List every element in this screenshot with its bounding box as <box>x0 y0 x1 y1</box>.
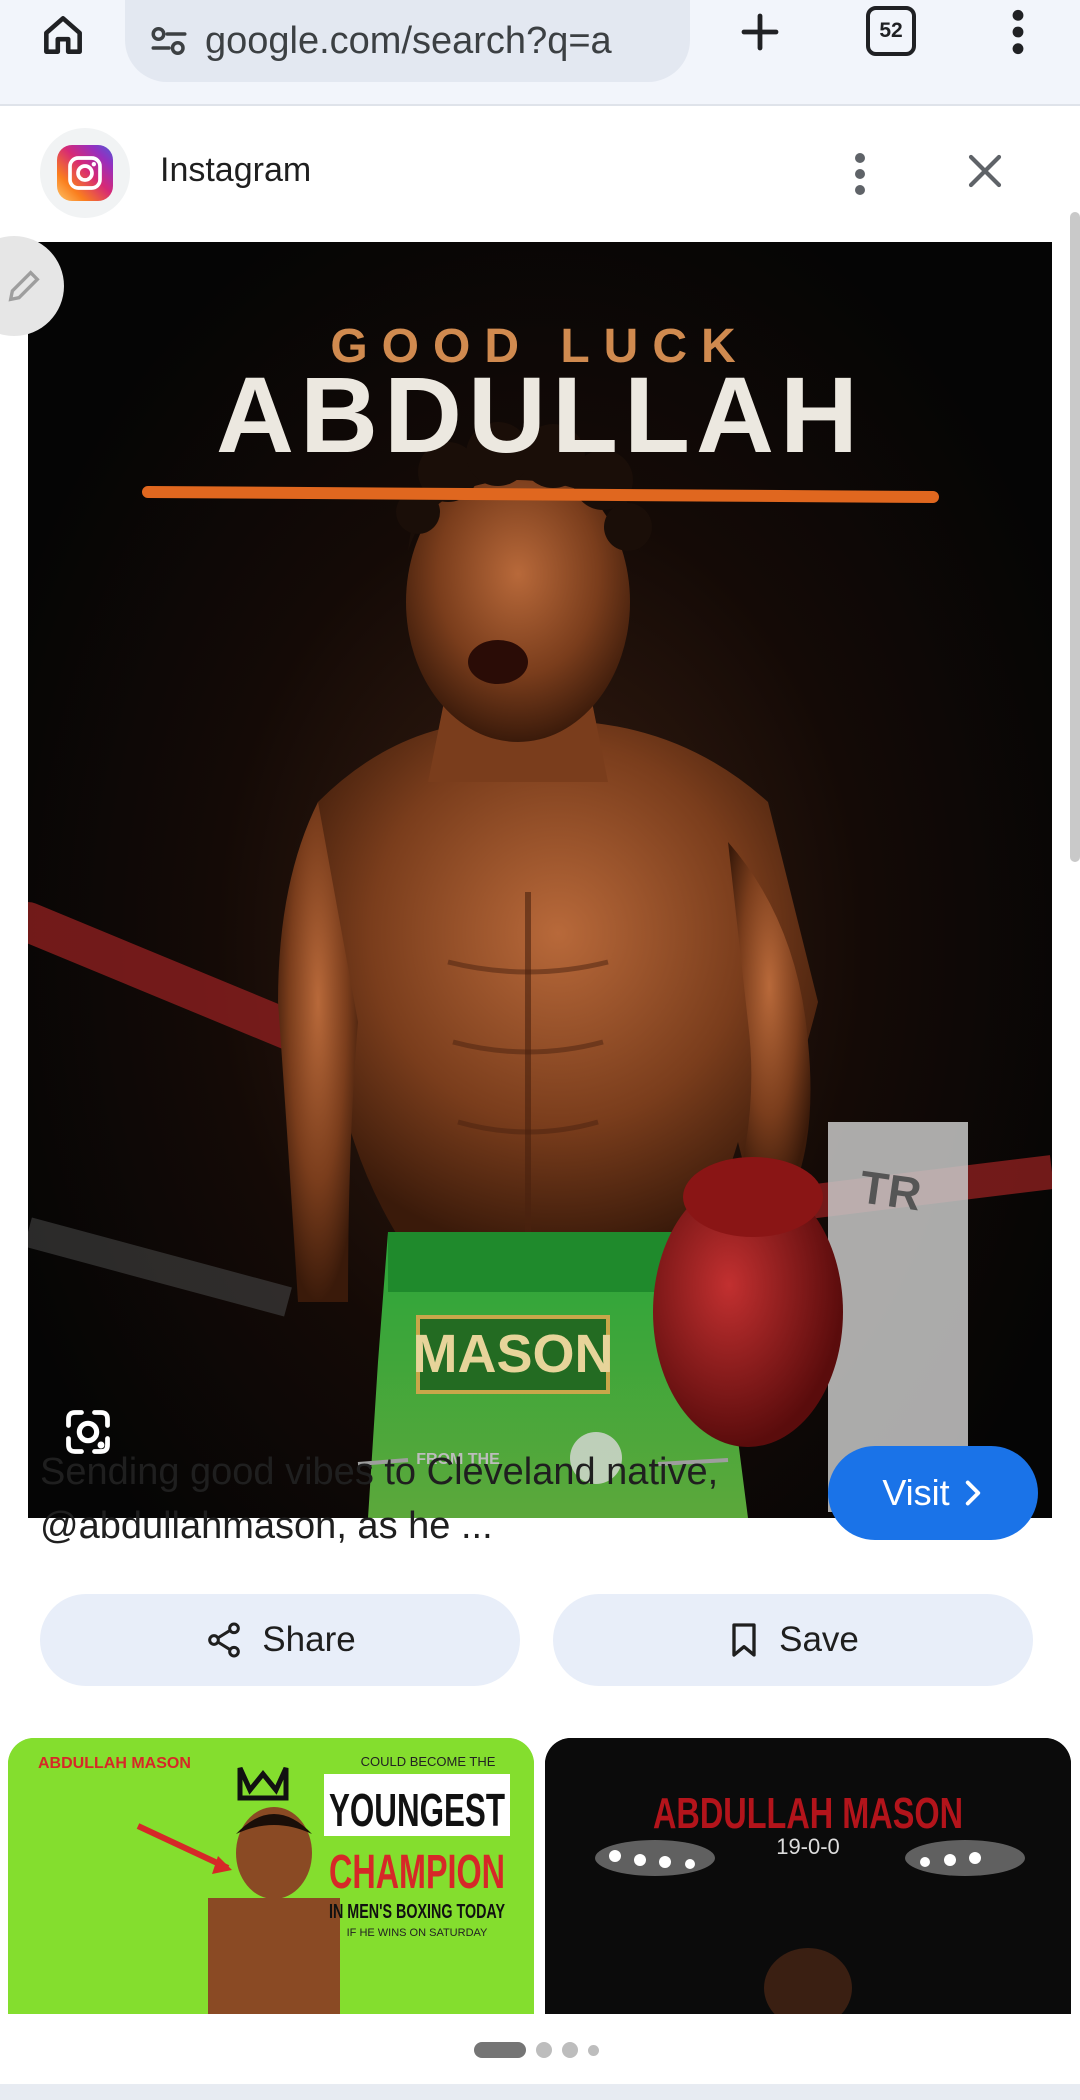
save-button[interactable]: Save <box>553 1594 1033 1686</box>
chevron-right-icon <box>965 1480 980 1506</box>
carousel-pager[interactable] <box>474 2042 599 2058</box>
scrollbar[interactable] <box>1070 212 1080 862</box>
related-line2: YOUNGEST <box>329 1784 505 1836</box>
related-name-tag: ABDULLAH MASON <box>38 1755 191 1772</box>
url-text[interactable]: google.com/search?q=a <box>205 20 675 63</box>
close-button[interactable] <box>960 146 1010 196</box>
home-icon <box>44 16 82 54</box>
address-bar[interactable]: google.com/search?q=a <box>125 0 690 82</box>
related-line1: COULD BECOME THE <box>361 1754 496 1769</box>
pager-dot[interactable] <box>536 2042 552 2058</box>
instagram-icon <box>57 145 113 201</box>
home-button[interactable] <box>28 0 98 70</box>
related-record: 19-0-0 <box>776 1834 840 1859</box>
save-label: Save <box>779 1620 859 1659</box>
related-line3: CHAMPION <box>329 1846 505 1899</box>
browser-toolbar: google.com/search?q=a 52 <box>0 0 1080 106</box>
source-logo[interactable] <box>40 128 130 218</box>
main-image[interactable]: TR MASON GOOD LUCK ABDULLAH FROM THE <box>28 242 1052 1518</box>
tab-count: 52 <box>879 19 903 42</box>
related-line5: IF HE WINS ON SATURDAY <box>347 1927 488 1939</box>
share-icon <box>208 1622 241 1658</box>
share-label: Share <box>262 1620 356 1659</box>
svg-text:TR: TR <box>857 1160 925 1220</box>
more-vert-icon <box>1012 9 1024 55</box>
more-options-button[interactable] <box>840 142 880 206</box>
result-caption[interactable]: Sending good vibes to Cleveland native, … <box>40 1445 760 1553</box>
headline-big: ABDULLAH <box>216 354 864 475</box>
close-icon <box>968 154 1002 188</box>
pager-dot[interactable] <box>474 2042 526 2058</box>
visit-button[interactable]: Visit <box>828 1446 1038 1540</box>
site-settings-icon[interactable] <box>147 19 191 63</box>
pager-dot[interactable] <box>588 2044 599 2056</box>
more-vert-icon <box>855 153 865 195</box>
bookmark-icon <box>732 1623 756 1657</box>
browser-menu-button[interactable] <box>995 0 1041 64</box>
related-image[interactable]: ABDULLAH MASON COULD BECOME THE YOUNGEST… <box>8 1738 534 2014</box>
new-tab-button[interactable] <box>730 0 790 64</box>
share-button[interactable]: Share <box>40 1594 520 1686</box>
pager-dot[interactable] <box>562 2042 578 2058</box>
tab-switcher-button[interactable]: 52 <box>866 6 916 56</box>
pencil-icon <box>8 270 40 302</box>
related-line4: IN MEN'S BOXING TODAY <box>329 1901 505 1923</box>
visit-label: Visit <box>882 1472 950 1513</box>
source-name[interactable]: Instagram <box>160 151 311 190</box>
related-image[interactable]: ABDULLAH MASON 19-0-0 <box>545 1738 1071 2014</box>
related-title: ABDULLAH MASON <box>653 1789 963 1838</box>
plus-icon <box>741 13 779 51</box>
trunks-text: MASON <box>413 1324 614 1384</box>
bottom-edge <box>0 2084 1080 2100</box>
